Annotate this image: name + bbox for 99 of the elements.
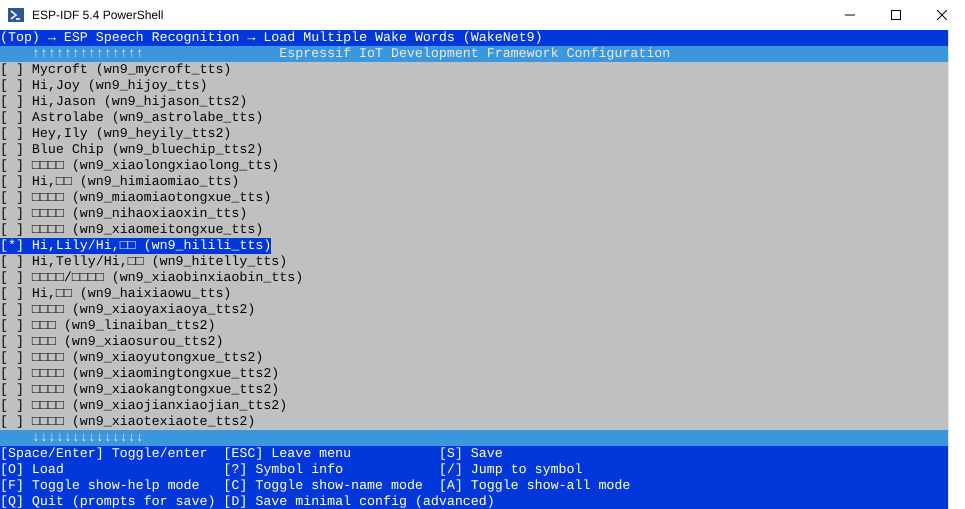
checkbox-mark: [ ] [0,78,24,94]
option-row[interactable]: [ ] Mycroft (wn9_mycroft_tts) [0,62,232,78]
checkbox-mark: [ ] [0,414,24,430]
shortcut-key: [Space/Enter] [0,446,104,462]
shortcut-action: Toggle show-all mode [470,478,630,494]
window-title: ESP-IDF 5.4 PowerShell [32,8,164,22]
checkbox-mark: [ ] [0,110,24,126]
shortcut-key: [/] [438,462,463,478]
checkbox-mark: [ ] [0,190,24,206]
shortcut-key: [S] [438,446,463,462]
checkbox-mark: [ ] [0,334,24,350]
close-icon [937,10,947,20]
option-label: Hi,Joy (wn9_hijoy_tts) [32,78,208,94]
shortcut-action: Toggle/enter [112,446,208,462]
option-row[interactable]: [ ] □□□□ (wn9_nihaoxiaoxin_tts) [0,206,248,222]
option-row[interactable]: [ ] □□□□ (wn9_xiaokangtongxue_tts2) [0,382,280,398]
shortcut-key: [A] [438,478,463,494]
checkbox-mark: [ ] [0,126,24,142]
option-label: □□□□ (wn9_xiaotexiaote_tts2) [32,414,256,430]
shortcut-action: Toggle show-name mode [255,478,423,494]
shortcut-action: Quit (prompts for save) [32,494,216,509]
checkbox-mark: [ ] [0,366,24,382]
shortcut-action: Jump to symbol [470,462,582,478]
option-label: □□□□ (wn9_xiaomingtongxue_tts2) [32,366,280,382]
checkbox-mark: [ ] [0,94,24,110]
checkbox-mark: [ ] [0,270,24,286]
shortcut-key: [?] [223,462,248,478]
checkbox-mark: [ ] [0,158,24,174]
option-label: □□□□ (wn9_xiaokangtongxue_tts2) [32,382,280,398]
config-title: Espressif IoT Development Framework Configuration [279,46,670,62]
option-row[interactable]: [ ] Hi,Joy (wn9_hijoy_tts) [0,78,208,94]
option-label: □□□□ (wn9_xiaojianxiaojian_tts2) [32,398,288,414]
checkbox-mark: [ ] [0,206,24,222]
shortcut-key: [D] [223,494,248,509]
option-label: Blue Chip (wn9_bluechip_tts2) [32,142,264,158]
option-row[interactable]: [*] Hi,Lily/Hi,□□ (wn9_hilili_tts) [0,238,272,254]
option-row[interactable]: [ ] Hi,□□ (wn9_himiaomiao_tts) [0,174,240,190]
powershell-icon [8,7,24,23]
shortcut-action: Load [32,462,64,478]
option-label: □□□□ (wn9_nihaoxiaoxin_tts) [32,206,248,222]
scroll-up-arrows: ↑↑↑↑↑↑↑↑↑↑↑↑↑↑ [32,46,144,62]
checkbox-mark: [ ] [0,318,24,334]
option-label: Hi,Telly/Hi,□□ (wn9_hitelly_tts) [32,254,288,270]
shortcut-key: [ESC] [223,446,264,462]
option-label: □□□□ (wn9_xiaolongxiaolong_tts) [32,158,280,174]
scroll-down-arrows: ↓↓↓↓↓↓↓↓↓↓↓↓↓↓ [32,430,144,446]
option-label: Mycroft (wn9_mycroft_tts) [32,62,232,78]
option-label: Hi,Jason (wn9_hijason_tts2) [32,94,248,110]
option-label: □□□□ (wn9_xiaoyaxiaoya_tts2) [32,302,256,318]
option-row[interactable]: [ ] □□□□/□□□□ (wn9_xiaobinxiaobin_tts) [0,270,304,286]
option-row[interactable]: [ ] □□□ (wn9_xiaosurou_tts2) [0,334,224,350]
option-row[interactable]: [ ] □□□□ (wn9_miaomiaotongxue_tts) [0,190,272,206]
maximize-icon [891,10,901,20]
shortcut-key: [C] [223,478,248,494]
shortcut-action: Save [470,446,503,462]
shortcut-key: [Q] [0,494,24,509]
option-row[interactable]: [ ] □□□□ (wn9_xiaoyaxiaoya_tts2) [0,302,256,318]
shortcut-key: [F] [0,478,24,494]
checkbox-mark: [ ] [0,62,24,78]
option-label: □□□□/□□□□ (wn9_xiaobinxiaobin_tts) [32,270,304,286]
shortcut-action: Leave menu [271,446,352,462]
option-label: Hi,□□ (wn9_himiaomiao_tts) [32,174,240,190]
option-row[interactable]: [ ] Astrolabe (wn9_astrolabe_tts) [0,110,264,126]
option-row[interactable]: [ ] □□□□ (wn9_xiaolongxiaolong_tts) [0,158,280,174]
shortcut-action: Symbol info [255,462,344,478]
option-row[interactable]: [ ] □□□□ (wn9_xiaomeitongxue_tts) [0,222,264,238]
checkbox-mark: [ ] [0,350,24,366]
option-row[interactable]: [ ] Blue Chip (wn9_bluechip_tts2) [0,142,264,158]
shortcut-action: Save minimal config (advanced) [255,494,495,509]
checkbox-mark: [*] [0,238,24,254]
option-row[interactable]: [ ] □□□□ (wn9_xiaotexiaote_tts2) [0,414,256,430]
option-row[interactable]: [ ] Hi,□□ (wn9_haixiaowu_tts) [0,286,232,302]
option-label: □□□□ (wn9_miaomiaotongxue_tts) [32,190,272,206]
option-label: □□□ (wn9_linaiban_tts2) [32,318,216,334]
checkbox-mark: [ ] [0,142,24,158]
shortcut-action: Toggle show-help mode [32,478,200,494]
checkbox-mark: [ ] [0,286,24,302]
option-label: □□□□ (wn9_xiaomeitongxue_tts) [32,222,264,238]
option-label: Hi,Lily/Hi,□□ (wn9_hilili_tts) [32,238,272,254]
option-label: Hey,Ily (wn9_heyily_tts2) [32,126,232,142]
option-label: Hi,□□ (wn9_haixiaowu_tts) [32,286,232,302]
option-label: □□□ (wn9_xiaosurou_tts2) [32,334,224,350]
option-row[interactable]: [ ] □□□□ (wn9_xiaoyutongxue_tts2) [0,350,264,366]
breadcrumb: (Top) → ESP Speech Recognition → Load Multiple Wake Words (WakeNet9) [0,30,543,46]
option-row[interactable]: [ ] Hey,Ily (wn9_heyily_tts2) [0,126,232,142]
checkbox-mark: [ ] [0,302,24,318]
checkbox-mark: [ ] [0,174,24,190]
checkbox-mark: [ ] [0,398,24,414]
checkbox-mark: [ ] [0,382,24,398]
option-row[interactable]: [ ] □□□□ (wn9_xiaojianxiaojian_tts2) [0,398,288,414]
checkbox-mark: [ ] [0,254,24,270]
checkbox-mark: [ ] [0,222,24,238]
shortcut-key: [O] [0,462,24,478]
option-label: Astrolabe (wn9_astrolabe_tts) [32,110,264,126]
option-row[interactable]: [ ] □□□ (wn9_linaiban_tts2) [0,318,216,334]
option-row[interactable]: [ ] □□□□ (wn9_xiaomingtongxue_tts2) [0,366,280,382]
option-row[interactable]: [ ] Hi,Jason (wn9_hijason_tts2) [0,94,248,110]
option-row[interactable]: [ ] Hi,Telly/Hi,□□ (wn9_hitelly_tts) [0,254,288,270]
option-label: □□□□ (wn9_xiaoyutongxue_tts2) [32,350,264,366]
